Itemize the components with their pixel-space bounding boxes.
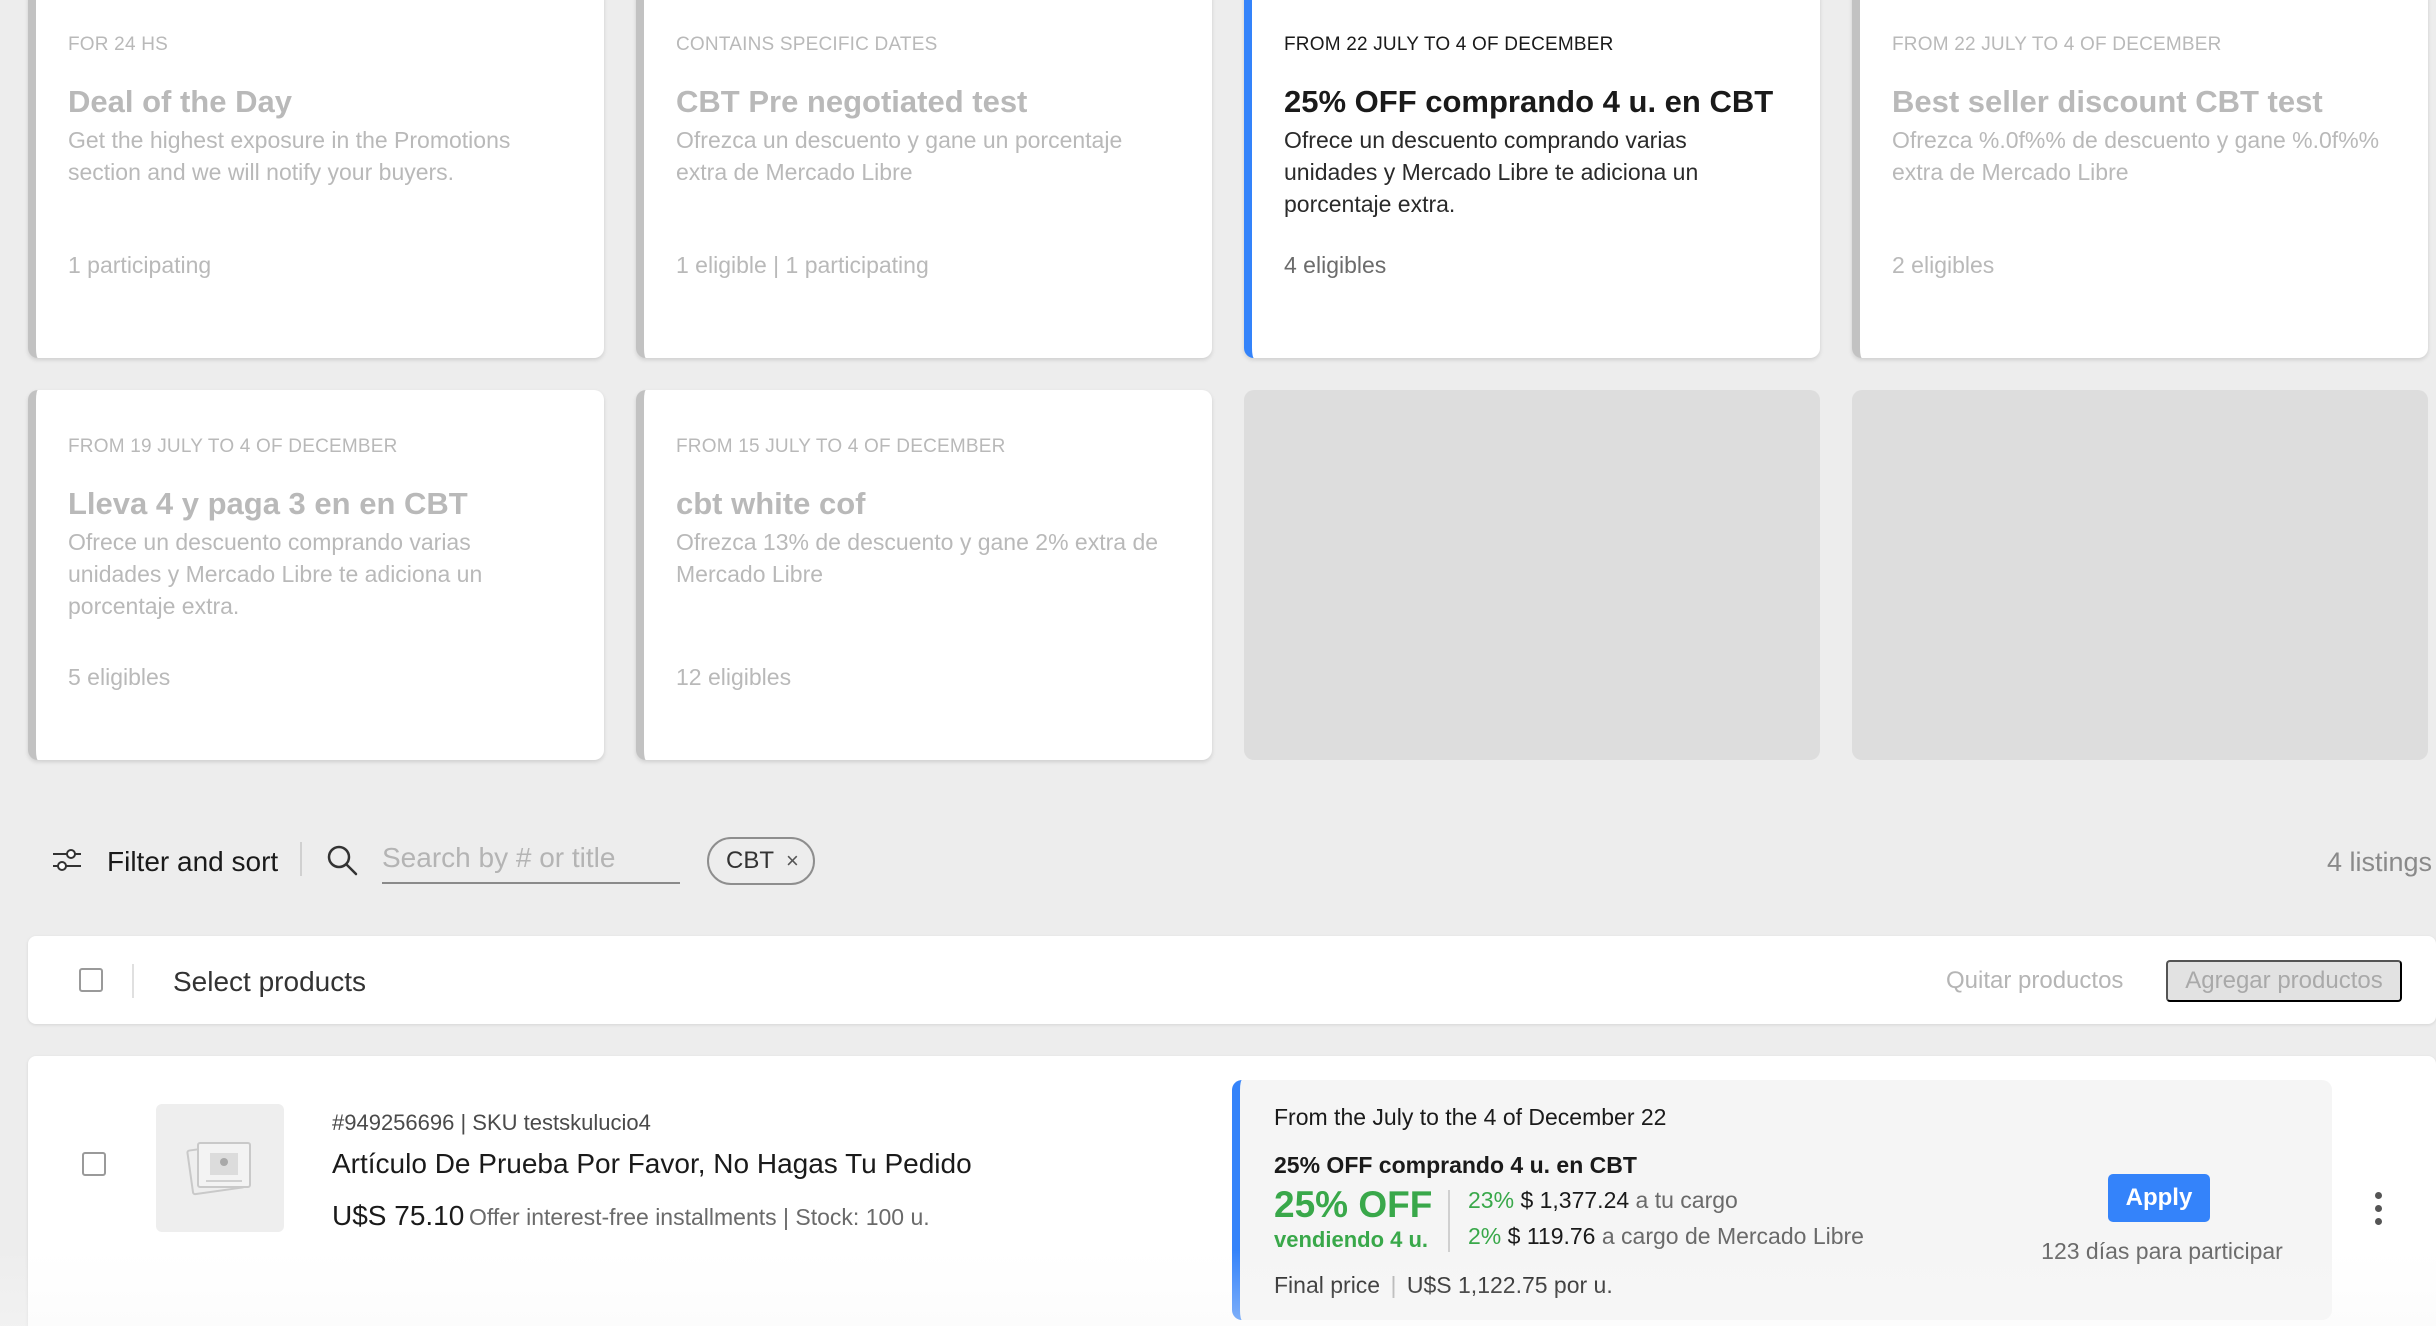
promotion-card-cbt-white-cof[interactable]: FROM 15 JULY TO 4 OF DECEMBER cbt white … bbox=[636, 390, 1212, 760]
promotion-description: Ofrezca 13% de descuento y gane 2% extra… bbox=[676, 529, 1159, 587]
remove-products-button[interactable]: Quitar productos bbox=[1946, 967, 2123, 995]
days-left: 123 días para participar bbox=[2041, 1238, 2283, 1264]
select-all-checkbox[interactable] bbox=[79, 968, 103, 992]
discount-condition: vendiendo 4 u. bbox=[1274, 1227, 1429, 1252]
discount-percent: 25% OFF bbox=[1274, 1184, 1433, 1225]
product-row: #949256696 | SKU testskulucio4 Artículo … bbox=[28, 1056, 2436, 1326]
promotion-count: 1 eligible | 1 participating bbox=[676, 252, 929, 278]
promotion-date: FROM 22 JULY TO 4 OF DECEMBER bbox=[1892, 34, 2222, 55]
product-thumbnail bbox=[156, 1104, 284, 1232]
filter-and-sort-button[interactable]: Filter and sort bbox=[107, 846, 278, 878]
promotion-description: Ofrece un descuento comprando varias uni… bbox=[68, 529, 483, 619]
promotion-details-box: From the July to the 4 of December 22 25… bbox=[1232, 1080, 2332, 1320]
promotion-date: FROM 19 JULY TO 4 OF DECEMBER bbox=[68, 436, 398, 457]
promotion-title: Lleva 4 y paga 3 en en CBT bbox=[68, 486, 468, 521]
sliders-icon[interactable] bbox=[52, 847, 82, 873]
promotion-card-25-off-cbt[interactable]: FROM 22 JULY TO 4 OF DECEMBER 25% OFF co… bbox=[1244, 0, 1820, 358]
chip-label: CBT bbox=[726, 847, 774, 874]
promotion-description: Ofrece un descuento comprando varias uni… bbox=[1284, 127, 1699, 217]
product-title[interactable]: Artículo De Prueba Por Favor, No Hagas T… bbox=[332, 1148, 972, 1180]
marketplace-share-amount: $ 119.76 bbox=[1507, 1223, 1596, 1249]
search-icon bbox=[327, 845, 358, 876]
marketplace-share-line: 2% $ 119.76 a cargo de Mercado Libre bbox=[1468, 1223, 1864, 1250]
final-price-label: Final price bbox=[1274, 1272, 1381, 1298]
seller-share-line: 23% $ 1,377.24 a tu cargo bbox=[1468, 1187, 1738, 1214]
marketplace-share-label: a cargo de Mercado Libre bbox=[1601, 1223, 1864, 1249]
promotion-description: Ofrezca un descuento y gane un porcentaj… bbox=[676, 127, 1123, 185]
more-options-icon[interactable] bbox=[2368, 1192, 2388, 1232]
promotion-name: 25% OFF comprando 4 u. en CBT bbox=[1274, 1152, 1637, 1178]
final-price: Final price | U$S 1,122.75 por u. bbox=[1274, 1272, 1613, 1299]
apply-button[interactable]: Apply bbox=[2108, 1174, 2210, 1222]
promotion-dates: From the July to the 4 of December 22 bbox=[1274, 1104, 1667, 1130]
filter-bar: Filter and sort CBT × 4 listings bbox=[0, 820, 2436, 900]
product-price-meta: Offer interest-free installments | Stock… bbox=[469, 1204, 930, 1230]
product-id-sku: #949256696 | SKU testskulucio4 bbox=[332, 1110, 651, 1135]
promotion-title: CBT Pre negotiated test bbox=[676, 84, 1028, 119]
divider bbox=[1448, 1190, 1450, 1252]
product-checkbox[interactable] bbox=[82, 1152, 106, 1176]
close-icon[interactable]: × bbox=[786, 850, 799, 872]
promotion-card-lleva-4-paga-3[interactable]: FROM 19 JULY TO 4 OF DECEMBER Lleva 4 y … bbox=[28, 390, 604, 760]
promotion-card-cbt-pre-negotiated[interactable]: CONTAINS SPECIFIC DATES CBT Pre negotiat… bbox=[636, 0, 1212, 358]
image-placeholder-icon bbox=[186, 1142, 251, 1196]
promotion-date: FROM 15 JULY TO 4 OF DECEMBER bbox=[676, 436, 1006, 457]
final-price-value: U$S 1,122.75 por u. bbox=[1406, 1272, 1613, 1298]
promotion-count: 1 participating bbox=[68, 252, 212, 278]
filter-chip-cbt[interactable]: CBT × bbox=[707, 837, 815, 885]
listings-count: 4 listings bbox=[2326, 847, 2432, 877]
divider bbox=[300, 842, 302, 876]
promotion-date: CONTAINS SPECIFIC DATES bbox=[676, 34, 938, 55]
promotion-description: Ofrezca %.0f%% de descuento y gane %.0f%… bbox=[1892, 127, 2380, 185]
promotion-count: 5 eligibles bbox=[68, 664, 171, 690]
card-placeholder bbox=[1852, 390, 2428, 760]
search-input[interactable] bbox=[382, 834, 680, 884]
promotion-count: 12 eligibles bbox=[676, 664, 792, 690]
seller-share-label: a tu cargo bbox=[1635, 1187, 1738, 1213]
promotion-card-deal-of-the-day[interactable]: FOR 24 HS Deal of the Day Get the highes… bbox=[28, 0, 604, 358]
promotion-title: cbt white cof bbox=[676, 486, 866, 521]
divider bbox=[132, 964, 134, 998]
promotion-date: FOR 24 HS bbox=[68, 34, 168, 55]
promotion-title: 25% OFF comprando 4 u. en CBT bbox=[1284, 84, 1774, 119]
select-products-bar: Select products Quitar productos Agregar… bbox=[28, 936, 2436, 1024]
promotion-title: Best seller discount CBT test bbox=[1892, 84, 2323, 119]
promotion-title: Deal of the Day bbox=[68, 84, 292, 119]
promotion-card-best-seller-discount[interactable]: FROM 22 JULY TO 4 OF DECEMBER Best selle… bbox=[1852, 0, 2428, 358]
seller-share-amount: $ 1,377.24 bbox=[1520, 1187, 1630, 1213]
promotion-description: Get the highest exposure in the Promotio… bbox=[68, 127, 511, 185]
promotion-count: 2 eligibles bbox=[1892, 252, 1995, 278]
product-price: U$S 75.10 bbox=[332, 1200, 465, 1231]
final-price-separator: | bbox=[1390, 1272, 1397, 1298]
add-products-button[interactable]: Agregar productos bbox=[2166, 960, 2402, 1002]
card-placeholder bbox=[1244, 390, 1820, 760]
select-products-label: Select products bbox=[173, 966, 366, 997]
promotion-count: 4 eligibles bbox=[1284, 252, 1387, 278]
seller-share-percent: 23% bbox=[1468, 1187, 1515, 1213]
marketplace-share-percent: 2% bbox=[1468, 1223, 1502, 1249]
promotion-date: FROM 22 JULY TO 4 OF DECEMBER bbox=[1284, 34, 1614, 55]
